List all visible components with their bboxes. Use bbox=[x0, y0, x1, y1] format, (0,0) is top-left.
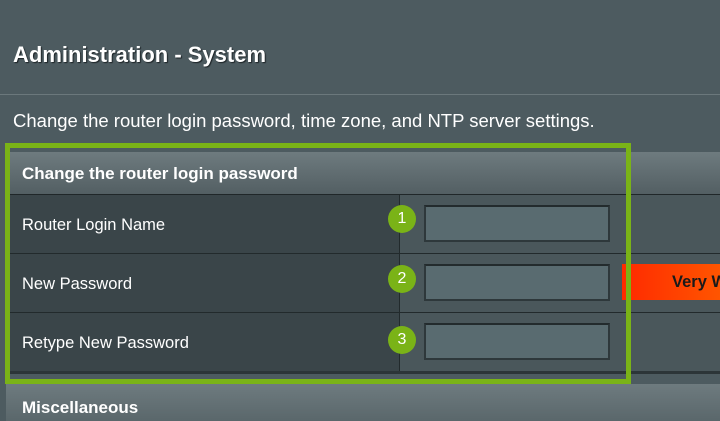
retype-password-label: Retype New Password bbox=[22, 334, 189, 352]
password-section-title: Change the router login password bbox=[22, 164, 298, 183]
password-strength-indicator: Very Weak bbox=[622, 264, 720, 300]
miscellaneous-section-title: Miscellaneous bbox=[22, 398, 139, 417]
retype-password-input[interactable] bbox=[424, 323, 610, 360]
page-title: Administration - System bbox=[13, 42, 267, 67]
miscellaneous-section-header: Miscellaneous bbox=[6, 384, 720, 421]
new-password-input[interactable] bbox=[424, 264, 610, 301]
row-field-cell bbox=[400, 313, 720, 371]
form-row-new-password: New Password bbox=[6, 254, 720, 312]
password-panel: Change the router login password Router … bbox=[6, 152, 720, 374]
page-description: Change the router login password, time z… bbox=[13, 110, 595, 131]
row-label-cell: Router Login Name bbox=[6, 195, 400, 253]
step-badge-1: 1 bbox=[388, 205, 416, 233]
login-name-label: Router Login Name bbox=[22, 216, 166, 234]
new-password-label: New Password bbox=[22, 275, 133, 293]
title-divider bbox=[0, 94, 720, 95]
step-badge-3: 3 bbox=[388, 326, 416, 354]
form-row-retype-password: Retype New Password bbox=[6, 313, 720, 371]
row-field-cell bbox=[400, 195, 720, 253]
password-section-header: Change the router login password bbox=[6, 152, 720, 195]
row-label-cell: New Password bbox=[6, 254, 400, 312]
login-name-input[interactable] bbox=[424, 205, 610, 242]
form-row-login-name: Router Login Name bbox=[6, 195, 720, 253]
password-strength-label: Very Weak bbox=[672, 273, 720, 291]
row-label-cell: Retype New Password bbox=[6, 313, 400, 371]
step-badge-2: 2 bbox=[388, 265, 416, 293]
